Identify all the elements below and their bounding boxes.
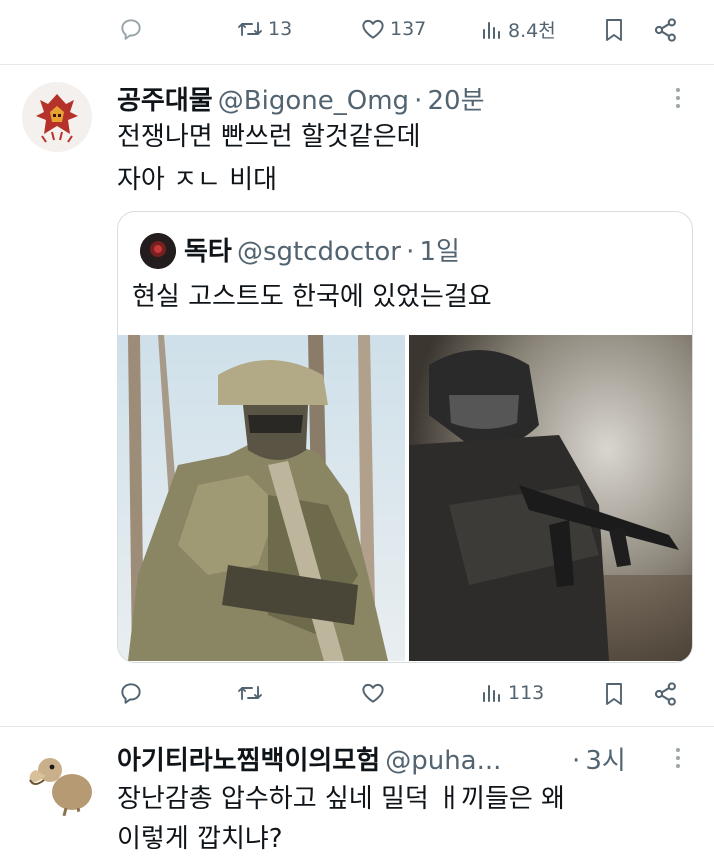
quote-user-handle: @sgtcdoctor — [236, 237, 401, 267]
more-dot-icon — [676, 88, 680, 92]
heart-icon — [362, 683, 384, 703]
dodo-bird-avatar — [29, 758, 92, 816]
retweet-button[interactable]: 13 — [236, 16, 292, 42]
tweet-text-line-2: 자아 ㅈㄴ 비대 — [117, 165, 278, 195]
user-handle[interactable]: @Bigone_Omg — [218, 86, 409, 116]
more-options-button[interactable] — [676, 88, 682, 108]
divider — [0, 64, 714, 65]
media-photo-soldier-real[interactable] — [118, 335, 405, 661]
reply-user-handle[interactable]: @puha... — [385, 746, 501, 776]
tweet-views-button[interactable]: 113 — [480, 680, 544, 706]
share-icon — [654, 682, 676, 706]
bookmark-button[interactable] — [602, 16, 626, 44]
quote-avatar-image — [140, 233, 176, 269]
more-dot-icon — [676, 104, 680, 108]
divider — [0, 726, 714, 727]
quote-display-name: 독타 — [184, 237, 232, 267]
reply-icon — [121, 683, 141, 704]
photo-ghost-character — [409, 335, 692, 661]
tweet-retweet-button[interactable] — [236, 680, 264, 706]
tweet-text-line-1: 전쟁나면 빤쓰런 할것같은데 — [117, 122, 421, 152]
share-button[interactable] — [652, 16, 680, 44]
views-chart-icon — [483, 685, 500, 702]
tweet-share-button[interactable] — [652, 680, 680, 708]
quote-text: 현실 고스트도 한국에 있었는걸요 — [132, 282, 492, 312]
views-count: 8.4천 — [508, 20, 556, 42]
quote-timestamp: 1일 — [419, 237, 460, 267]
heart-icon — [362, 19, 384, 39]
views-chart-icon — [483, 21, 500, 39]
views-button[interactable]: 8.4천 — [480, 16, 556, 43]
photo-soldier-forest — [118, 335, 405, 661]
quote-header: 독타 @sgtcdoctor · 1일 — [184, 231, 460, 268]
quote-separator-dot: · — [406, 237, 415, 267]
more-dot-icon — [676, 764, 680, 768]
tweet-reply-button[interactable] — [118, 680, 144, 706]
timestamp[interactable]: 20분 — [427, 86, 484, 116]
avatar[interactable] — [22, 82, 92, 152]
separator-dot: · — [414, 86, 423, 116]
reply-header: 아기티라노찜백이의모험 @puha... — [117, 740, 501, 777]
tweet-bookmark-button[interactable] — [602, 680, 626, 708]
display-name[interactable]: 공주대물 — [117, 86, 213, 116]
more-dot-icon — [676, 756, 680, 760]
more-dot-icon — [676, 748, 680, 752]
bookmark-icon — [606, 19, 622, 41]
share-icon — [654, 18, 676, 42]
reply-display-name[interactable]: 아기티라노찜백이의모험 — [117, 746, 380, 776]
retweet-count: 13 — [268, 18, 293, 40]
reply-avatar[interactable] — [26, 744, 98, 816]
tweet-header: 공주대물 @Bigone_Omg · 20분 — [117, 80, 485, 117]
tweet-views-count: 113 — [508, 682, 545, 704]
retweet-icon — [238, 686, 262, 700]
reply-icon — [121, 19, 141, 40]
reply-more-options-button[interactable] — [676, 748, 682, 768]
like-button[interactable]: 137 — [360, 16, 426, 42]
quote-avatar — [140, 233, 176, 269]
reply-timestamp[interactable]: 3시 — [585, 746, 625, 776]
like-count: 137 — [390, 18, 427, 40]
reply-text-line-1: 장난감총 압수하고 싶네 밀덕 ㅐ끼들은 왜 — [117, 784, 565, 814]
tweet-like-button[interactable] — [360, 680, 386, 706]
reply-button[interactable] — [118, 16, 144, 42]
reply-time-wrap: · 3시 — [572, 740, 626, 777]
quote-tweet-card[interactable]: 독타 @sgtcdoctor · 1일 현실 고스트도 한국에 있었는걸요 — [117, 211, 693, 663]
media-photo-game-ghost[interactable] — [409, 335, 692, 661]
more-dot-icon — [676, 96, 680, 100]
reply-text-line-2: 이렇게 깝치냐? — [117, 824, 283, 854]
reply-separator-dot: · — [572, 746, 581, 776]
avatar-illustration — [36, 94, 78, 143]
bookmark-icon — [606, 683, 622, 705]
retweet-icon — [238, 22, 262, 36]
